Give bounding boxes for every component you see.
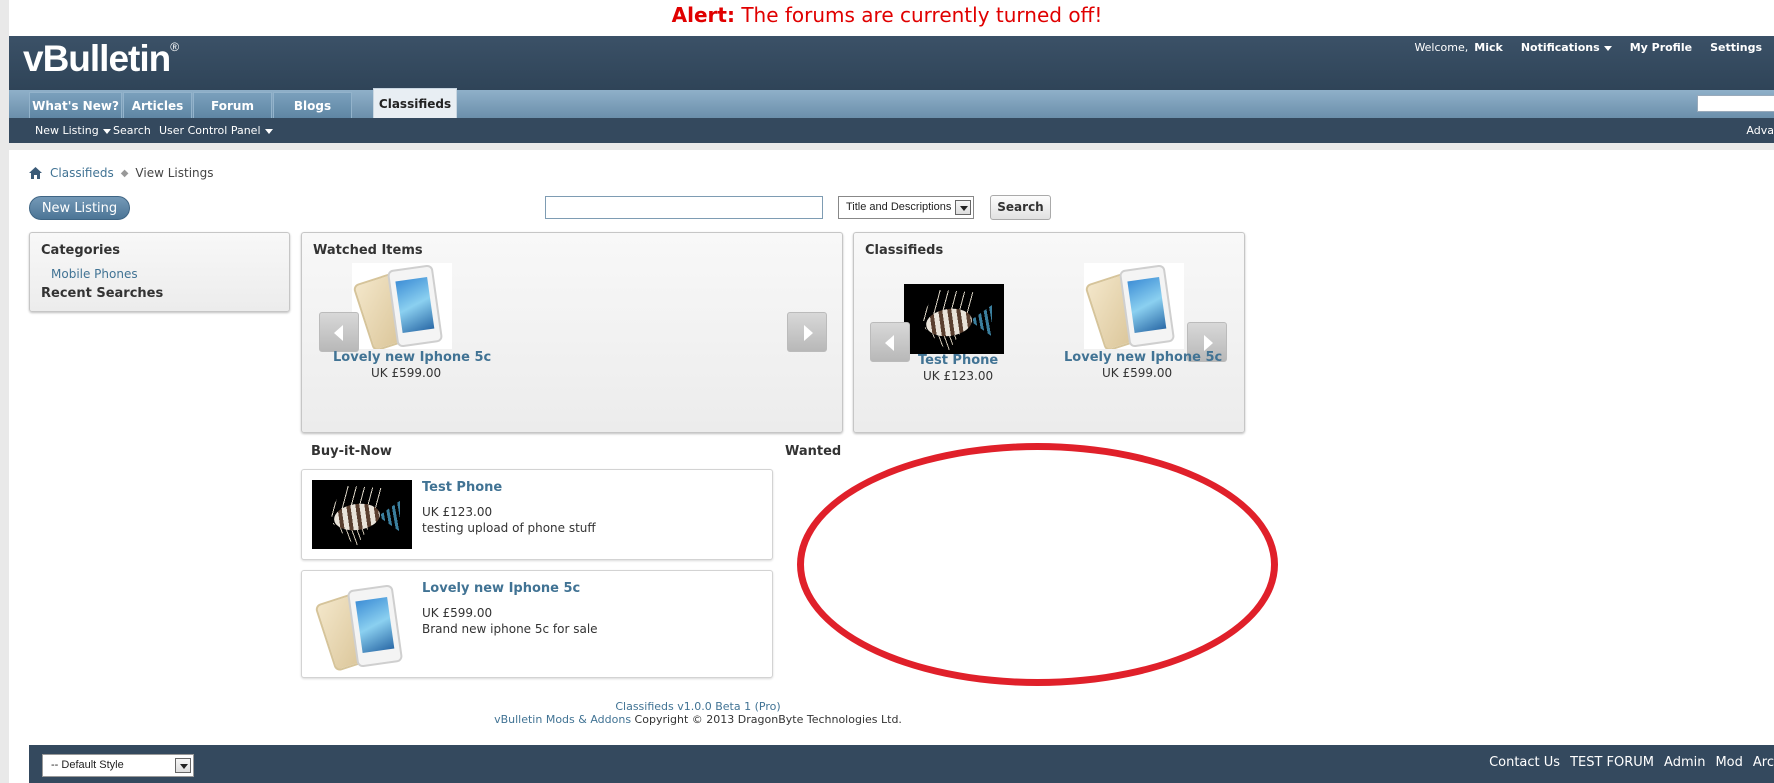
test-phone-thumbnail[interactable]: [312, 480, 412, 549]
vbulletin-logo[interactable]: vBulletin®: [23, 38, 179, 80]
classifieds-panel-title: Classifieds: [865, 243, 944, 258]
watched-items-title: Watched Items: [313, 243, 423, 258]
watched-item-title[interactable]: Lovely new Iphone 5c: [333, 350, 491, 365]
chevron-down-icon: [264, 128, 273, 134]
listing-description: testing upload of phone stuff: [422, 521, 596, 535]
subnav-user-cp-label: User Control Panel: [159, 124, 261, 137]
iphone-5c-thumbnail[interactable]: [352, 263, 452, 349]
classified-item-price: UK £599.00: [1102, 366, 1173, 380]
subnav-new-listing-label: New Listing: [35, 124, 99, 137]
footer-archive[interactable]: Arc: [1753, 755, 1774, 770]
alert-label: Alert:: [671, 3, 735, 27]
iphone-5c-thumbnail[interactable]: [1084, 263, 1184, 349]
annotation-ellipse: [797, 443, 1278, 686]
site-header: vBulletin® Welcome, Mick Notifications M…: [9, 36, 1774, 90]
version-text[interactable]: Classifieds v1.0.0 Beta 1 (Pro): [615, 700, 780, 713]
footer-contact-us[interactable]: Contact Us: [1489, 755, 1560, 770]
classifieds-panel: Classifieds Test Phone UK £123.00 Lovely…: [853, 232, 1245, 433]
footer-mod[interactable]: Mod: [1715, 755, 1742, 770]
watched-item-price: UK £599.00: [371, 366, 442, 380]
my-profile-link[interactable]: My Profile: [1630, 41, 1692, 54]
iphone-5c-thumbnail[interactable]: [312, 579, 412, 671]
listing-price: UK £599.00: [422, 606, 493, 620]
new-listing-button[interactable]: New Listing: [29, 196, 130, 220]
copyright-line: vBulletin Mods & Addons Copyright © 2013…: [0, 713, 1396, 726]
alert-message: The forums are currently turned off!: [741, 3, 1103, 27]
style-chooser-select[interactable]: -- Default Style: [42, 754, 194, 777]
welcome-text: Welcome,: [1414, 41, 1469, 54]
breadcrumb: Classifieds ◆ View Listings: [29, 166, 214, 180]
subnav-search[interactable]: Search: [113, 124, 151, 137]
logo-text: vBulletin: [23, 38, 171, 79]
chevron-down-icon: [1603, 45, 1612, 51]
header-search-input[interactable]: [1697, 95, 1774, 112]
search-scope-value: Title and Descriptions: [846, 201, 952, 213]
dropdown-arrow-icon: [955, 200, 971, 215]
categories-panel: Categories Mobile Phones Recent Searches: [29, 232, 290, 312]
classified-item-title[interactable]: Lovely new Iphone 5c: [1064, 350, 1222, 365]
classified-item-price: UK £123.00: [923, 369, 994, 383]
test-phone-thumbnail[interactable]: [904, 284, 1004, 354]
tab-forum[interactable]: Forum: [193, 92, 272, 118]
logo-registered-mark: ®: [170, 40, 179, 54]
subnav-new-listing[interactable]: New Listing: [35, 124, 111, 137]
subnav-advanced-search[interactable]: Adva: [1746, 124, 1774, 137]
user-links: Welcome, Mick Notifications My Profile S…: [1414, 41, 1762, 54]
header-divider: [9, 143, 1774, 150]
settings-link[interactable]: Settings: [1710, 41, 1762, 54]
listing-price: UK £123.00: [422, 505, 493, 519]
copyright-text: Copyright © 2013 DragonByte Technologies…: [631, 713, 902, 726]
style-chooser-value: -- Default Style: [51, 759, 124, 771]
listing-title[interactable]: Test Phone: [422, 480, 502, 495]
classifieds-prev-arrow-icon[interactable]: [870, 322, 910, 362]
footer-links: Contact Us TEST FORUM Admin Mod Arc: [1479, 755, 1774, 770]
watched-items-panel: Watched Items Lovely new Iphone 5c UK £5…: [301, 232, 843, 433]
footer-admin[interactable]: Admin: [1664, 755, 1705, 770]
username-link[interactable]: Mick: [1474, 41, 1503, 54]
tab-blogs[interactable]: Blogs: [273, 92, 352, 118]
subnav-user-control-panel[interactable]: User Control Panel: [159, 124, 273, 137]
footer-test-forum[interactable]: TEST FORUM: [1570, 755, 1654, 770]
dropdown-arrow-icon: [175, 758, 191, 773]
main-tab-bar: What's New? Articles Forum Blogs Classif…: [9, 88, 1774, 118]
breadcrumb-classifieds[interactable]: Classifieds: [50, 166, 114, 180]
categories-title: Categories: [41, 243, 121, 258]
mods-addons-link[interactable]: vBulletin Mods & Addons: [494, 713, 631, 726]
list-item[interactable]: Lovely new Iphone 5c UK £599.00 Brand ne…: [301, 570, 773, 678]
notifications-menu[interactable]: Notifications: [1521, 41, 1612, 54]
footer-bar: -- Default Style Contact Us TEST FORUM A…: [29, 745, 1774, 783]
notifications-label: Notifications: [1520, 41, 1600, 54]
search-button[interactable]: Search: [990, 195, 1051, 220]
tab-articles[interactable]: Articles: [123, 92, 192, 118]
recent-searches-title: Recent Searches: [41, 286, 164, 301]
search-scope-select[interactable]: Title and Descriptions: [838, 196, 974, 219]
watched-prev-arrow-icon[interactable]: [319, 312, 359, 352]
listing-description: Brand new iphone 5c for sale: [422, 622, 598, 636]
forum-alert: Alert: The forums are currently turned o…: [0, 3, 1774, 27]
breadcrumb-current: View Listings: [135, 166, 214, 180]
list-item[interactable]: Test Phone UK £123.00 testing upload of …: [301, 469, 773, 560]
breadcrumb-separator-icon: ◆: [120, 167, 129, 179]
wanted-title: Wanted: [785, 444, 842, 459]
watched-next-arrow-icon[interactable]: [787, 312, 827, 352]
chevron-down-icon: [102, 128, 111, 134]
tab-whats-new[interactable]: What's New?: [29, 92, 122, 118]
classifieds-search-input[interactable]: [545, 196, 823, 219]
sub-navigation: New Listing Search User Control Panel Ad…: [9, 118, 1774, 143]
buy-it-now-title: Buy-it-Now: [311, 444, 392, 459]
category-mobile-phones[interactable]: Mobile Phones: [51, 267, 138, 281]
listing-title[interactable]: Lovely new Iphone 5c: [422, 581, 580, 596]
tab-classifieds[interactable]: Classifieds: [373, 88, 457, 118]
home-icon[interactable]: [29, 167, 42, 179]
classified-item-title[interactable]: Test Phone: [918, 353, 998, 368]
classifieds-version: Classifieds v1.0.0 Beta 1 (Pro): [0, 700, 1396, 713]
